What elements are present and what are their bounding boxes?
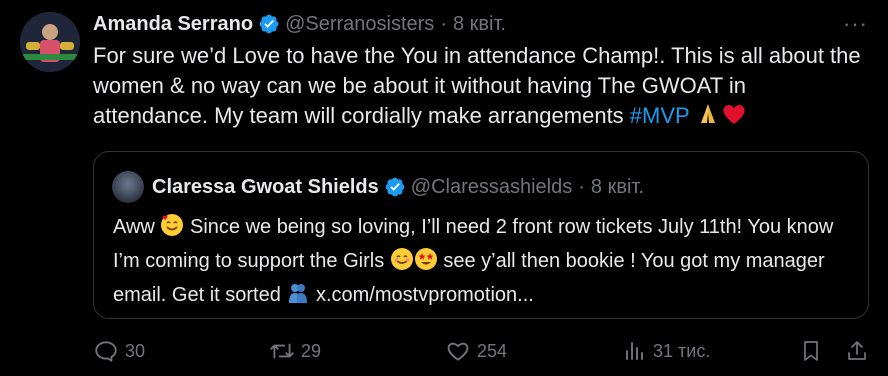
verified-badge-icon (385, 177, 405, 197)
author-avatar[interactable] (20, 12, 80, 72)
repost-icon (270, 343, 294, 359)
separator-dot: · (440, 12, 447, 35)
views-icon (626, 342, 643, 360)
quoted-tweet[interactable]: Claressa Gwoat Shields @Claressashields … (93, 151, 869, 319)
reply-icon (95, 341, 117, 362)
blush-emoji (390, 247, 414, 280)
reply-count: 30 (125, 340, 146, 361)
hashtag-link[interactable]: #MVP (630, 103, 690, 128)
quote-header: Claressa Gwoat Shields @Claressashields … (112, 170, 644, 204)
pray-emoji (695, 101, 721, 135)
author-handle[interactable]: @Serranosisters (285, 13, 434, 36)
like-icon (447, 342, 469, 361)
star-struck-emoji (414, 247, 438, 280)
quote-avatar (112, 171, 144, 203)
heart-emoji (721, 101, 747, 135)
quote-author-handle: @Claressashields (410, 175, 573, 198)
separator-dot: · (578, 175, 585, 198)
smiling-hearts-emoji (160, 213, 184, 246)
quote-date: 8 квіт. (590, 175, 644, 198)
tweet-date[interactable]: 8 квіт. (453, 13, 506, 36)
more-icon[interactable]: ··· (843, 11, 868, 37)
quote-author-name: Claressa Gwoat Shields (152, 175, 379, 198)
like-button[interactable]: 254 (445, 338, 507, 364)
avatar-image (20, 12, 80, 72)
views-count: 31 тис. (653, 340, 711, 361)
tweet-header: Amanda Serrano @Serranosisters · 8 квіт.… (93, 9, 868, 39)
reply-button[interactable]: 30 (93, 338, 145, 364)
repost-button[interactable]: 29 (269, 338, 321, 364)
repost-count: 29 (301, 340, 322, 361)
verified-badge-icon[interactable] (258, 13, 280, 35)
people-hugging-emoji (286, 281, 310, 314)
quote-text-part: Aww (113, 216, 161, 238)
tweet-text: For sure we’d Love to have the You in at… (93, 41, 863, 135)
author-name[interactable]: Amanda Serrano (93, 13, 253, 36)
share-icon (848, 341, 866, 360)
quote-link[interactable]: x.com/mostvpromotion... (310, 284, 534, 306)
views-button[interactable]: 31 тис. (623, 338, 710, 364)
like-count: 254 (477, 340, 508, 361)
bookmark-icon (804, 341, 818, 361)
share-button[interactable] (845, 338, 875, 364)
action-bar: 30 29 254 31 тис. (93, 338, 869, 370)
quote-text: Aww Since we being so loving, I’ll need … (113, 212, 853, 314)
bookmark-button[interactable] (799, 338, 829, 364)
